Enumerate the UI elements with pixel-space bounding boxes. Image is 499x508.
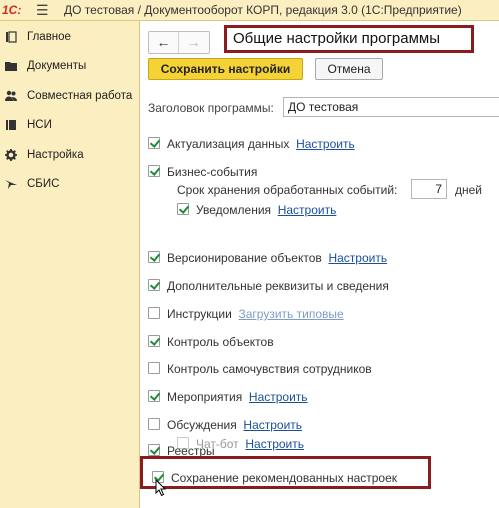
additional-props-checkbox[interactable] — [148, 279, 160, 291]
notifications-label: Уведомления — [196, 203, 272, 217]
option-wellbeing: Контроль самочувствия сотрудников — [148, 361, 448, 377]
discussions-label: Обсуждения — [167, 418, 237, 432]
option-instructions: Инструкции Загрузить типовые — [148, 306, 448, 322]
discussions-checkbox[interactable] — [148, 418, 160, 430]
instructions-checkbox[interactable] — [148, 307, 160, 319]
versioning-checkbox[interactable] — [148, 251, 160, 263]
sbis-icon — [5, 180, 17, 189]
option-actualization: Актуализация данных Настроить — [148, 136, 428, 152]
program-title-label: Заголовок программы: — [148, 101, 274, 115]
instructions-label: Инструкции — [167, 307, 232, 321]
window-title: ДО тестовая / Документооборот КОРП, реда… — [64, 3, 462, 17]
additional-props-label: Дополнительные реквизиты и сведения — [167, 279, 389, 293]
sidebar-item-sbis[interactable]: СБИС — [0, 172, 139, 196]
settings-form: ← → Общие настройки программы Сохранить … — [140, 21, 499, 508]
sidebar-item-collaboration[interactable]: Совместная работа — [0, 84, 139, 108]
object-control-label: Контроль объектов — [167, 335, 274, 349]
registries-checkbox[interactable] — [148, 444, 160, 456]
sidebar-item-main[interactable]: Главное — [0, 25, 139, 49]
retention-days-input[interactable] — [411, 179, 447, 199]
business-events-checkbox[interactable] — [148, 165, 160, 177]
load-default-instructions-link[interactable]: Загрузить типовые — [239, 307, 344, 321]
object-control-checkbox[interactable] — [148, 335, 160, 347]
sidebar-item-label: Документы — [27, 60, 87, 72]
notifications-configure-link[interactable]: Настроить — [278, 203, 337, 217]
program-title-input[interactable] — [283, 97, 499, 117]
events-label: Мероприятия — [167, 390, 243, 404]
option-object-control: Контроль объектов — [148, 334, 348, 350]
sidebar-item-nsi[interactable]: НСИ — [0, 113, 139, 137]
option-discussions: Обсуждения Настроить — [148, 417, 398, 433]
sidebar-item-documents[interactable]: Документы — [0, 54, 139, 78]
events-configure-link[interactable]: Настроить — [249, 390, 308, 404]
retention-label: Срок хранения обработанных событий: — [177, 183, 398, 197]
cancel-button[interactable]: Отмена — [315, 58, 383, 80]
reference-book-icon — [6, 120, 16, 130]
events-checkbox[interactable] — [148, 390, 160, 402]
sidebar-item-label: Совместная работа — [27, 90, 133, 102]
page-title: Общие настройки программы — [224, 25, 474, 53]
option-business-events: Бизнес-события — [148, 164, 348, 180]
actualization-checkbox[interactable] — [148, 137, 160, 149]
registries-label: Реестры — [167, 444, 215, 458]
option-versioning: Версионирование объектов Настроить — [148, 250, 448, 266]
wellbeing-checkbox[interactable] — [148, 362, 160, 374]
wellbeing-label: Контроль самочувствия сотрудников — [167, 362, 372, 376]
sidebar-item-label: Настройка — [27, 149, 84, 161]
business-events-label: Бизнес-события — [167, 165, 258, 179]
versioning-configure-link[interactable]: Настроить — [328, 251, 387, 265]
hamburger-menu-icon[interactable]: ☰ — [36, 0, 49, 20]
option-events: Мероприятия Настроить — [148, 389, 398, 405]
sidebar-item-settings[interactable]: Настройка — [0, 143, 139, 167]
sidebar-item-label: НСИ — [27, 119, 52, 131]
sidebar: Главное Документы Совместная работа НСИ … — [0, 21, 140, 508]
save-settings-button[interactable]: Сохранить настройки — [148, 58, 303, 80]
actualization-label: Актуализация данных — [167, 137, 290, 151]
option-additional-props: Дополнительные реквизиты и сведения — [148, 278, 448, 294]
gear-icon — [5, 149, 17, 161]
window-titlebar: 1С: ☰ ДО тестовая / Документооборот КОРП… — [0, 0, 499, 21]
option-save-recommended: Сохранение рекомендованных настроек — [152, 470, 427, 486]
back-button[interactable]: ← — [149, 32, 179, 53]
navigation-buttons: ← → — [148, 31, 210, 54]
option-registries: Реестры — [148, 443, 298, 459]
forward-button[interactable]: → — [179, 32, 208, 53]
save-recommended-label: Сохранение рекомендованных настроек — [171, 471, 398, 485]
versioning-label: Версионирование объектов — [167, 251, 322, 265]
folder-icon — [5, 62, 17, 71]
notifications-checkbox[interactable] — [177, 203, 189, 215]
option-notifications: Уведомления Настроить — [177, 202, 397, 218]
home-icon — [6, 31, 17, 43]
sidebar-item-label: Главное — [27, 31, 71, 43]
actualization-configure-link[interactable]: Настроить — [296, 137, 355, 151]
discussions-configure-link[interactable]: Настроить — [243, 418, 302, 432]
users-icon — [5, 90, 17, 101]
sidebar-item-label: СБИС — [27, 178, 60, 190]
retention-unit: дней — [455, 183, 483, 197]
app-logo: 1С: — [2, 3, 22, 17]
mouse-cursor-icon — [155, 479, 167, 497]
